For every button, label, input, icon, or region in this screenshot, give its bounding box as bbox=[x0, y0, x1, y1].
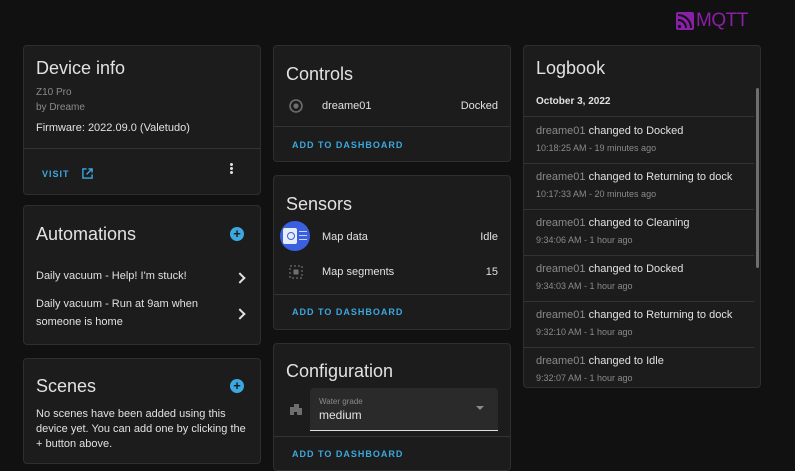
scenes-title: Scenes bbox=[36, 376, 97, 396]
visit-link[interactable]: VISIT bbox=[42, 164, 93, 179]
logbook-entry-text: changed to Docked bbox=[588, 263, 684, 275]
logbook-entry-entity[interactable]: dreame01 bbox=[536, 125, 586, 137]
sensor-value: 15 bbox=[485, 266, 498, 278]
device-info-title: Device info bbox=[36, 58, 126, 78]
logbook-entry[interactable]: dreame01 changed to Returning to dock 9:3… bbox=[524, 301, 754, 348]
logbook-entry-text: changed to Returning to dock bbox=[588, 171, 733, 183]
scenes-empty-line3: + button above. bbox=[36, 438, 113, 450]
sensors-title: Sensors bbox=[286, 194, 353, 214]
add-automation-icon[interactable]: + bbox=[230, 227, 244, 241]
sensor-value: Idle bbox=[480, 231, 498, 243]
divider bbox=[24, 148, 260, 149]
controls-entity-name: dreame01 bbox=[322, 100, 372, 112]
sensors-card: Sensors Map data Idle Map segments 15 AD… bbox=[273, 175, 511, 330]
logbook-entry-text: changed to Docked bbox=[588, 125, 684, 137]
more-options-icon[interactable] bbox=[227, 162, 235, 178]
controls-title: Controls bbox=[286, 64, 354, 84]
logbook-entry-text: changed to Cleaning bbox=[588, 217, 690, 229]
configuration-card: Configuration Water grade medium ADD TO … bbox=[273, 343, 511, 471]
robot-vacuum-icon bbox=[289, 99, 303, 113]
add-scene-icon[interactable]: + bbox=[230, 379, 244, 393]
logbook-entry-message: dreame01 changed to Returning to dock bbox=[536, 171, 732, 183]
mqtt-logo-text: MQTT bbox=[696, 10, 748, 31]
logbook-entry-entity[interactable]: dreame01 bbox=[536, 263, 586, 275]
scenes-empty-line1: No scenes have been added using this bbox=[36, 408, 226, 420]
logbook-entry-text: changed to Idle bbox=[588, 355, 664, 367]
controls-entity-row[interactable]: dreame01 Docked bbox=[274, 96, 510, 118]
device-info-card: Device info Z10 Pro by Dreame Firmware: … bbox=[23, 45, 261, 195]
water-pump-icon bbox=[290, 404, 302, 415]
configuration-title: Configuration bbox=[286, 361, 394, 381]
logbook-entry[interactable]: dreame01 changed to Docked 9:34:03 AM - 1… bbox=[524, 255, 754, 302]
automations-title: Automations bbox=[36, 224, 137, 244]
water-grade-select[interactable]: Water grade medium bbox=[310, 388, 498, 431]
sensor-name: Map segments bbox=[322, 266, 395, 278]
logbook-entry-time: 9:34:06 AM - 1 hour ago bbox=[536, 235, 633, 245]
logbook-entry-time: 10:18:25 AM - 19 minutes ago bbox=[536, 143, 657, 153]
chevron-right-icon bbox=[234, 308, 246, 320]
water-grade-value: medium bbox=[319, 408, 362, 422]
mqtt-signal-icon bbox=[676, 12, 694, 30]
automations-card: Automations + Daily vacuum - Help! I'm s… bbox=[23, 205, 261, 345]
visit-label: VISIT bbox=[42, 169, 70, 179]
map-image-icon bbox=[280, 221, 310, 251]
dropdown-arrow-icon bbox=[476, 406, 484, 410]
automation-item[interactable]: Daily vacuum - Run at 9am when someone i… bbox=[24, 294, 260, 334]
logbook-entry-message: dreame01 changed to Returning to dock bbox=[536, 309, 732, 321]
logbook-card: Logbook October 3, 2022 dreame01 changed… bbox=[523, 45, 761, 388]
logbook-entry[interactable]: dreame01 changed to Idle 9:32:07 AM - 1 h… bbox=[524, 347, 754, 387]
logbook-date: October 3, 2022 bbox=[536, 96, 611, 107]
divider bbox=[274, 294, 510, 295]
logbook-entry-text: changed to Returning to dock bbox=[588, 309, 733, 321]
logbook-entry[interactable]: dreame01 changed to Returning to dock 10:… bbox=[524, 163, 754, 210]
device-model: Z10 Pro bbox=[36, 87, 72, 98]
water-grade-label: Water grade bbox=[319, 397, 363, 406]
controls-card: Controls dreame01 Docked ADD TO DASHBOAR… bbox=[273, 45, 511, 162]
automation-item-label-line1: Daily vacuum - Run at 9am when bbox=[36, 298, 199, 310]
logbook-entry-entity[interactable]: dreame01 bbox=[536, 355, 586, 367]
logbook-entry-time: 10:17:33 AM - 20 minutes ago bbox=[536, 189, 657, 199]
logbook-entry-time: 9:32:07 AM - 1 hour ago bbox=[536, 373, 633, 383]
logbook-entry[interactable]: dreame01 changed to Cleaning 9:34:06 AM -… bbox=[524, 209, 754, 256]
logbook-entry-entity[interactable]: dreame01 bbox=[536, 309, 586, 321]
automation-item-label-line2: someone is home bbox=[36, 316, 123, 328]
scenes-empty-line2: device yet. You can add one by clicking … bbox=[36, 423, 246, 435]
logbook-entry-message: dreame01 changed to Cleaning bbox=[536, 217, 690, 229]
automation-item[interactable]: Daily vacuum - Help! I'm stuck! bbox=[24, 264, 260, 290]
automation-item-label: Daily vacuum - Help! I'm stuck! bbox=[36, 270, 187, 282]
sensor-name: Map data bbox=[322, 231, 368, 243]
divider bbox=[274, 126, 510, 127]
logbook-entry-entity[interactable]: dreame01 bbox=[536, 217, 586, 229]
logbook-entry[interactable]: dreame01 changed to Docked 10:18:25 AM - … bbox=[524, 117, 754, 164]
configuration-add-to-dashboard-button[interactable]: ADD TO DASHBOARD bbox=[292, 449, 403, 459]
sensors-add-to-dashboard-button[interactable]: ADD TO DASHBOARD bbox=[292, 307, 403, 317]
logbook-entry-time: 9:34:03 AM - 1 hour ago bbox=[536, 281, 633, 291]
sensor-row-map-segments[interactable]: Map segments 15 bbox=[274, 262, 510, 284]
divider bbox=[274, 436, 510, 437]
sensor-row-map-data[interactable]: Map data Idle bbox=[274, 221, 510, 251]
logbook-entry-time: 9:32:10 AM - 1 hour ago bbox=[536, 327, 633, 337]
logbook-entry-message: dreame01 changed to Docked bbox=[536, 125, 683, 137]
controls-add-to-dashboard-button[interactable]: ADD TO DASHBOARD bbox=[292, 140, 403, 150]
device-manufacturer: by Dreame bbox=[36, 102, 85, 113]
logbook-entry-entity[interactable]: dreame01 bbox=[536, 171, 586, 183]
open-in-new-icon bbox=[82, 168, 93, 179]
segments-icon bbox=[289, 265, 303, 279]
logbook-entry-message: dreame01 changed to Idle bbox=[536, 355, 664, 367]
logbook-entry-message: dreame01 changed to Docked bbox=[536, 263, 683, 275]
device-firmware: Firmware: 2022.09.0 (Valetudo) bbox=[36, 122, 190, 134]
chevron-right-icon bbox=[234, 272, 246, 284]
logbook-scrollbar[interactable] bbox=[756, 88, 759, 268]
scenes-card: Scenes + No scenes have been added using… bbox=[23, 358, 261, 464]
controls-entity-state: Docked bbox=[460, 100, 498, 112]
logbook-title: Logbook bbox=[536, 58, 606, 78]
